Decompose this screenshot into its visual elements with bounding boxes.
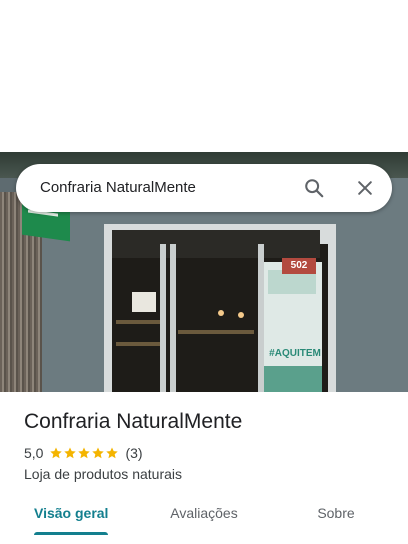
- place-category[interactable]: Loja de produtos naturais: [24, 466, 182, 482]
- star-icon: [50, 447, 63, 459]
- place-title: Confraria NaturalMente: [24, 410, 243, 433]
- search-input[interactable]: Confraria NaturalMente: [40, 164, 196, 212]
- rating-row[interactable]: 5,0 (3): [24, 445, 143, 461]
- red-sign: 502: [282, 258, 316, 274]
- search-icon[interactable]: [298, 172, 330, 204]
- tab-reviews[interactable]: Avaliações: [160, 496, 248, 536]
- rating-value: 5,0: [24, 445, 44, 461]
- close-icon[interactable]: [349, 172, 381, 204]
- tab-about[interactable]: Sobre: [306, 496, 366, 536]
- tab-bar: Visão geral Avaliações Sobre: [0, 496, 408, 544]
- active-tab-indicator: [34, 532, 108, 535]
- notice-paper: [132, 292, 156, 312]
- star-icon: [106, 447, 119, 459]
- poster-text: #AQUITEM: [269, 348, 321, 359]
- review-count[interactable]: (3): [125, 445, 142, 461]
- star-icon: [64, 447, 77, 459]
- tab-overview[interactable]: Visão geral: [34, 496, 108, 536]
- search-bar[interactable]: Confraria NaturalMente: [16, 164, 392, 212]
- star-icon: [78, 447, 91, 459]
- star-icon: [92, 447, 105, 459]
- star-rating: [49, 446, 119, 460]
- blank-area: [0, 0, 408, 152]
